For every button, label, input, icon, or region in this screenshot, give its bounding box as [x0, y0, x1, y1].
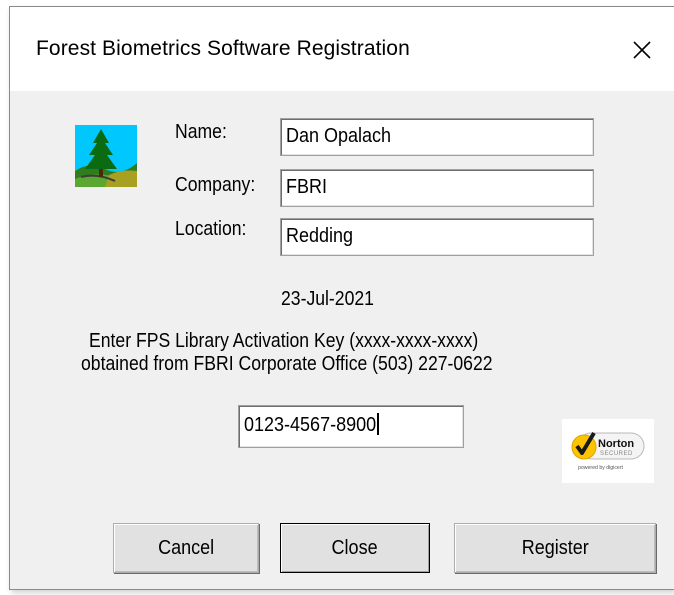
- tree-logo-icon: [75, 125, 137, 187]
- company-label: Company:: [175, 174, 256, 196]
- norton-brand: Norton: [598, 438, 634, 450]
- name-label: Name:: [175, 121, 227, 143]
- title-bar: Forest Biometrics Software Registration: [10, 7, 674, 91]
- close-button-label: Close: [331, 536, 379, 559]
- location-field[interactable]: Redding: [280, 218, 594, 256]
- cancel-button-label: Cancel: [157, 536, 215, 559]
- activation-key-value: 0123-4567-8900: [244, 414, 377, 436]
- instructions-line-1: Enter FPS Library Activation Key (xxxx-x…: [89, 330, 479, 352]
- company-field[interactable]: FBRI: [280, 169, 594, 207]
- close-button[interactable]: Close: [280, 523, 430, 573]
- activation-key-input[interactable]: 0123-4567-8900: [238, 405, 464, 448]
- location-label: Location:: [175, 218, 247, 240]
- norton-subtitle: SECURED: [600, 451, 633, 457]
- instructions-line-2: obtained from FBRI Corporate Office (503…: [81, 353, 493, 375]
- register-button[interactable]: Register: [454, 523, 656, 573]
- cancel-button[interactable]: Cancel: [113, 523, 259, 573]
- registration-date: 23-Jul-2021: [281, 288, 374, 310]
- company-value: FBRI: [286, 176, 328, 198]
- name-field[interactable]: Dan Opalach: [280, 118, 594, 156]
- location-value: Redding: [286, 225, 354, 247]
- registration-dialog: Forest Biometrics Software Registration …: [9, 6, 674, 590]
- norton-powered-by: powered by digicert: [578, 465, 624, 471]
- text-caret: [376, 413, 379, 435]
- window-title: Forest Biometrics Software Registration: [36, 37, 410, 60]
- close-icon[interactable]: [624, 32, 660, 68]
- name-value: Dan Opalach: [286, 125, 392, 147]
- norton-secured-seal: Norton SECURED powered by digicert: [571, 431, 645, 471]
- norton-seal[interactable]: Norton SECURED powered by digicert: [562, 419, 654, 483]
- register-button-label: Register: [521, 536, 589, 559]
